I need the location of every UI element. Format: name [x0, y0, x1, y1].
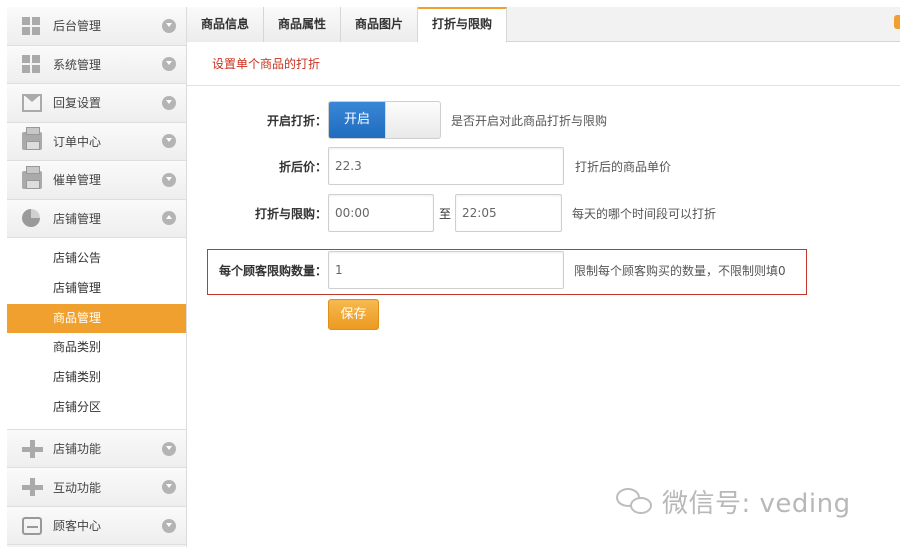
sidebar-item-label: 订单中心 — [53, 134, 102, 149]
sidebar-item-order-center[interactable]: 订单中心 — [7, 122, 186, 161]
sidebar-item-label: 后台管理 — [53, 19, 102, 34]
start-time-input[interactable]: 00:00 — [328, 194, 434, 232]
tab-bar: 商品信息 商品属性 商品图片 打折与限购 — [187, 7, 900, 43]
toggle-off-half — [385, 102, 440, 138]
purchase-limit-label: 每个顾客限购数量： — [218, 264, 327, 278]
discount-time-row: 打折与限购： 00:00 至 22:05 每天的哪个时间段可以打折 — [187, 194, 900, 234]
end-time-input[interactable]: 22:05 — [455, 194, 562, 232]
tab-product-info[interactable]: 商品信息 — [187, 7, 265, 42]
store-admin-submenu: 店铺公告 店铺管理 商品管理 商品类别 店铺类别 店铺分区 — [7, 238, 186, 430]
sidebar-item-reminder-admin[interactable]: 催单管理 — [7, 161, 186, 200]
chevron-down-icon[interactable] — [162, 57, 176, 72]
discount-price-label: 折后价： — [278, 160, 327, 174]
pie-chart-icon — [22, 209, 40, 228]
section-title: 设置单个商品的打折 — [187, 42, 900, 86]
plus-icon — [22, 439, 43, 458]
sidebar-item-store-functions[interactable]: 店铺功能 — [7, 429, 186, 469]
sidebar-item-interactive-functions[interactable]: 互动功能 — [7, 468, 186, 507]
sidebar-item-label: 互动功能 — [53, 480, 102, 495]
sidebar-item-reply-settings[interactable]: 回复设置 — [7, 84, 186, 123]
subnav-item-store-category[interactable]: 店铺类别 — [7, 363, 186, 393]
wechat-logo-icon — [616, 486, 656, 516]
plus-icon — [22, 478, 43, 497]
sidebar-item-label: 回复设置 — [53, 96, 102, 111]
sidebar-item-label: 店铺管理 — [53, 211, 102, 226]
purchase-limit-row: 每个顾客限购数量： 1 限制每个顾客购买的数量，不限制则填0 — [187, 251, 900, 291]
enable-discount-row: 开启打折： 开启 是否开启对此商品打折与限购 — [187, 101, 900, 141]
subnav-item-product-manage[interactable]: 商品管理 — [7, 303, 186, 334]
time-separator: 至 — [439, 207, 452, 221]
enable-discount-hint: 是否开启对此商品打折与限购 — [451, 114, 608, 128]
tab-discount-limit[interactable]: 打折与限购 — [418, 7, 508, 43]
watermark-text: 微信号: veding — [662, 488, 851, 519]
wechat-watermark: 微信号: veding — [616, 484, 851, 519]
corner-accent — [894, 15, 900, 29]
sidebar-item-label: 店铺功能 — [53, 442, 102, 457]
discount-time-hint: 每天的哪个时间段可以打折 — [572, 207, 717, 221]
discount-price-row: 折后价： 22.3 打折后的商品单价 — [187, 147, 900, 187]
discount-price-hint: 打折后的商品单价 — [575, 160, 672, 174]
chevron-up-icon[interactable] — [162, 211, 176, 226]
purchase-limit-input[interactable]: 1 — [328, 251, 564, 289]
save-button[interactable]: 保存 — [328, 299, 379, 330]
sidebar-item-store-admin[interactable]: 店铺管理 — [7, 199, 186, 238]
tab-product-images[interactable]: 商品图片 — [341, 7, 419, 42]
enable-discount-toggle[interactable]: 开启 — [328, 101, 441, 139]
sidebar-item-label: 系统管理 — [53, 57, 102, 72]
subnav-item-store-notice[interactable]: 店铺公告 — [7, 244, 186, 274]
sidebar-item-label: 催单管理 — [53, 173, 102, 188]
discount-price-input[interactable]: 22.3 — [328, 147, 564, 185]
sidebar-item-backend-admin[interactable]: 后台管理 — [7, 7, 186, 46]
mail-icon — [22, 93, 42, 112]
chevron-down-icon[interactable] — [162, 518, 176, 533]
subnav-item-product-category[interactable]: 商品类别 — [7, 333, 186, 363]
enable-discount-label: 开启打折： — [266, 114, 327, 128]
toggle-on-label: 开启 — [329, 102, 385, 138]
chevron-down-icon[interactable] — [162, 134, 176, 149]
printer-icon — [22, 127, 42, 151]
sidebar-item-customer-center[interactable]: 顾客中心 — [7, 506, 186, 546]
grid-icon — [22, 16, 42, 35]
chevron-down-icon[interactable] — [162, 480, 176, 495]
chevron-down-icon[interactable] — [162, 441, 176, 456]
subnav-item-store-zone[interactable]: 店铺分区 — [7, 393, 186, 423]
tray-icon — [22, 516, 42, 535]
printer-icon — [22, 165, 42, 189]
chevron-down-icon[interactable] — [162, 95, 176, 110]
grid-icon — [22, 55, 42, 74]
subnav-item-store-manage[interactable]: 店铺管理 — [7, 274, 186, 304]
purchase-limit-hint: 限制每个顾客购买的数量，不限制则填0 — [574, 264, 786, 278]
sidebar-item-system-admin[interactable]: 系统管理 — [7, 45, 186, 84]
tab-product-attributes[interactable]: 商品属性 — [264, 7, 342, 42]
discount-time-label: 打折与限购： — [254, 207, 327, 221]
chevron-down-icon[interactable] — [162, 172, 176, 187]
chevron-down-icon[interactable] — [162, 18, 176, 33]
sidebar-item-label: 顾客中心 — [53, 519, 102, 534]
sidebar: 后台管理 系统管理 回复设置 订单中心 催单管理 店铺管理 店铺公告 店铺管理 … — [7, 7, 187, 547]
tab-bar-filler — [507, 7, 900, 41]
main-content: 商品信息 商品属性 商品图片 打折与限购 设置单个商品的打折 开启打折： 开启 … — [187, 7, 900, 547]
